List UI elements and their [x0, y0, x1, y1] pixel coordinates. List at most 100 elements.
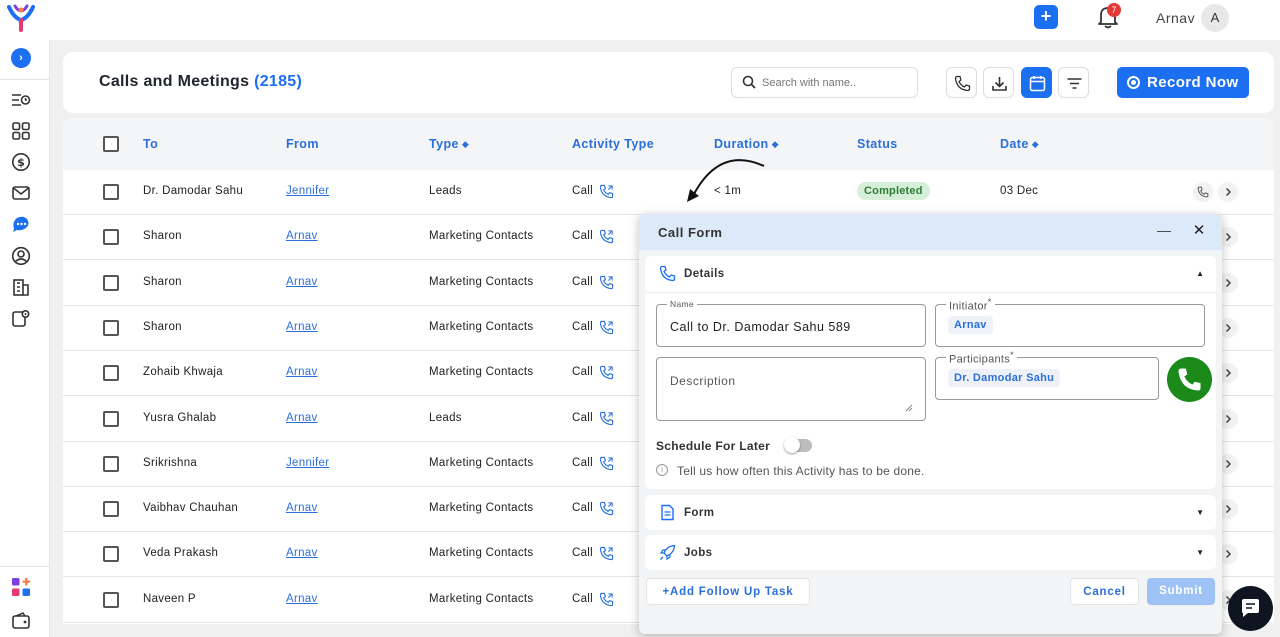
- details-section-header[interactable]: Details ▲: [645, 256, 1216, 292]
- row-checkbox[interactable]: [103, 274, 119, 291]
- initiator-label: Initiator*: [946, 297, 995, 313]
- search-input[interactable]: [762, 74, 912, 92]
- row-expand-chevron-icon[interactable]: [1218, 182, 1238, 202]
- cell-from-link[interactable]: Arnav: [286, 502, 318, 514]
- dashboard-grid-icon[interactable]: [11, 121, 31, 141]
- cell-from-link[interactable]: Jennifer: [286, 457, 329, 469]
- cell-activity-type: Call: [572, 456, 594, 469]
- cell-activity-type: Call: [572, 547, 594, 560]
- row-checkbox[interactable]: [103, 365, 119, 382]
- column-from[interactable]: From: [286, 137, 319, 151]
- column-status[interactable]: Status: [857, 137, 898, 151]
- cell-from-link[interactable]: Arnav: [286, 366, 318, 378]
- schedule-label: Schedule For Later: [656, 439, 771, 453]
- cell-from-link[interactable]: Arnav: [286, 276, 318, 288]
- column-duration[interactable]: Duration ◆: [714, 137, 779, 151]
- wallet-icon[interactable]: [11, 611, 31, 631]
- row-checkbox[interactable]: [103, 319, 119, 336]
- sidebar-expand-button[interactable]: ›: [11, 48, 31, 68]
- row-checkbox[interactable]: [103, 229, 119, 246]
- incoming-call-icon: [599, 184, 614, 199]
- column-to[interactable]: To: [143, 137, 158, 151]
- cell-type: Marketing Contacts: [429, 275, 534, 288]
- dollar-icon[interactable]: $: [11, 152, 31, 172]
- caret-down-icon[interactable]: ▼: [1196, 548, 1204, 557]
- incoming-call-icon: [599, 275, 614, 290]
- cell-from-link[interactable]: Jennifer: [286, 185, 329, 197]
- phone-icon: [954, 75, 971, 92]
- minimize-icon[interactable]: —: [1155, 222, 1173, 240]
- record-now-button[interactable]: Record Now: [1117, 67, 1249, 98]
- filter-button[interactable]: [1058, 67, 1089, 98]
- avatar[interactable]: A: [1201, 4, 1229, 32]
- sort-icon[interactable]: ◆: [462, 139, 469, 150]
- calls-chat-icon[interactable]: [11, 214, 31, 234]
- calendar-view-button[interactable]: [1021, 67, 1052, 98]
- name-value[interactable]: Call to Dr. Damodar Sahu 589: [670, 320, 851, 334]
- download-button[interactable]: [983, 67, 1014, 98]
- cell-to: Sharon: [143, 230, 182, 243]
- participant-chip[interactable]: Dr. Damodar Sahu: [948, 369, 1061, 387]
- cell-to: Dr. Damodar Sahu: [143, 185, 244, 197]
- search-box[interactable]: [731, 67, 918, 98]
- column-activity-type[interactable]: Activity Type: [572, 137, 654, 151]
- form-title: Form: [684, 507, 715, 519]
- cell-from-link[interactable]: Arnav: [286, 321, 318, 333]
- call-filter-button[interactable]: [946, 67, 977, 98]
- cell-from-link[interactable]: Arnav: [286, 547, 318, 559]
- column-type[interactable]: Type ◆: [429, 137, 469, 151]
- mail-icon[interactable]: [11, 183, 31, 203]
- start-call-button[interactable]: [1167, 357, 1212, 402]
- jobs-section[interactable]: Jobs ▼: [645, 535, 1216, 570]
- form-section[interactable]: Form ▼: [645, 495, 1216, 530]
- contacts-user-icon[interactable]: [11, 246, 31, 266]
- add-follow-up-task-button[interactable]: +Add Follow Up Task: [646, 578, 810, 605]
- description-field[interactable]: Description: [656, 357, 926, 421]
- caret-up-icon[interactable]: ▲: [1196, 269, 1204, 278]
- row-checkbox[interactable]: [103, 455, 119, 472]
- participants-label: Participants*: [946, 350, 1017, 366]
- name-field[interactable]: Name Call to Dr. Damodar Sahu 589: [656, 299, 926, 347]
- initiator-field[interactable]: Initiator* Arnav: [935, 297, 1205, 347]
- row-checkbox[interactable]: [103, 546, 119, 563]
- row-checkbox[interactable]: [103, 591, 119, 608]
- user-name[interactable]: Arnav: [1156, 10, 1195, 26]
- cell-from-link[interactable]: Arnav: [286, 412, 318, 424]
- submit-button[interactable]: Submit: [1147, 578, 1215, 605]
- cell-activity-type: Call: [572, 411, 594, 424]
- sort-icon[interactable]: ◆: [1032, 139, 1039, 150]
- building-icon[interactable]: [11, 277, 31, 297]
- apps-plus-icon[interactable]: [11, 577, 31, 597]
- app-logo[interactable]: [6, 4, 36, 32]
- row-call-icon[interactable]: [1193, 182, 1213, 202]
- info-icon: i: [656, 464, 668, 476]
- table-header: To From Type ◆ Activity Type Duration ◆ St…: [63, 118, 1274, 170]
- select-all-checkbox[interactable]: [103, 136, 119, 152]
- schedule-toggle[interactable]: [784, 437, 812, 453]
- initiator-chip[interactable]: Arnav: [948, 316, 993, 334]
- row-checkbox[interactable]: [103, 501, 119, 518]
- row-checkbox[interactable]: [103, 410, 119, 427]
- caret-down-icon[interactable]: ▼: [1196, 508, 1204, 517]
- cancel-button[interactable]: Cancel: [1070, 578, 1139, 605]
- table-row[interactable]: Dr. Damodar Sahu Jennifer Leads Call < 1m Com…: [63, 170, 1274, 215]
- jobs-section-header[interactable]: Jobs ▼: [645, 535, 1216, 571]
- settings-gear-icon[interactable]: [11, 308, 31, 328]
- page-title: Calls and Meetings (2185): [99, 73, 302, 91]
- modal-header: Call Form — ✕: [639, 214, 1222, 250]
- chat-support-button[interactable]: [1228, 586, 1273, 631]
- phone-icon: [1178, 368, 1201, 391]
- form-section-header[interactable]: Form ▼: [645, 495, 1216, 531]
- column-date-label: Date: [1000, 137, 1029, 151]
- row-checkbox[interactable]: [103, 184, 119, 200]
- close-icon[interactable]: ✕: [1190, 222, 1208, 240]
- cell-from-link[interactable]: Arnav: [286, 230, 318, 242]
- resize-handle-icon[interactable]: [905, 404, 913, 412]
- schedule-hint: Tell us how often this Activity has to b…: [677, 464, 925, 478]
- activity-list-icon[interactable]: [11, 90, 31, 110]
- participants-field[interactable]: Participants* Dr. Damodar Sahu: [935, 350, 1159, 400]
- column-date[interactable]: Date ◆: [1000, 137, 1039, 151]
- quick-add-button[interactable]: +: [1034, 5, 1058, 29]
- cell-from-link[interactable]: Arnav: [286, 593, 318, 605]
- sort-icon[interactable]: ◆: [772, 139, 779, 150]
